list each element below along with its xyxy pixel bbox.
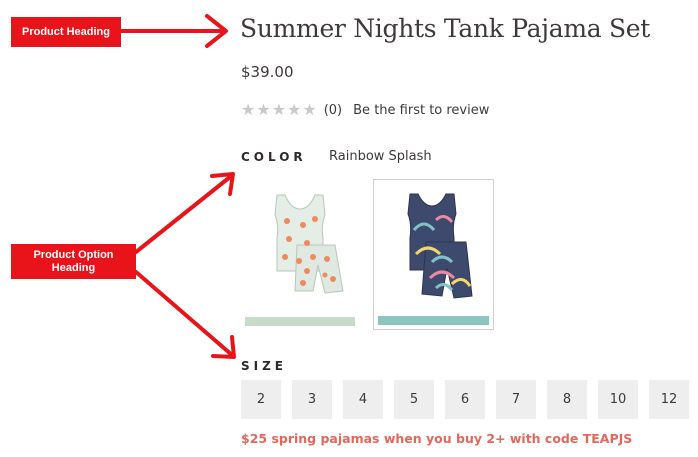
- star-empty-icon: ★: [302, 100, 317, 119]
- star-empty-icon: ★: [287, 100, 302, 119]
- color-swatch-rainbow-splash[interactable]: [373, 179, 494, 330]
- annotation-product-option-heading-text: Product Option Heading: [33, 248, 114, 274]
- annotation-product-option-heading: Product Option Heading: [11, 244, 136, 279]
- color-swatch-orange[interactable]: [241, 179, 359, 330]
- color-option-heading: COLOR: [241, 150, 307, 164]
- product-price: $39.00: [241, 63, 294, 81]
- size-button-6[interactable]: 6: [445, 380, 485, 419]
- arrow-to-color: [134, 172, 235, 254]
- star-empty-icon: ★: [271, 100, 287, 119]
- size-button-8[interactable]: 8: [547, 380, 587, 419]
- size-option-heading: SIZE: [241, 359, 288, 373]
- star-empty-icon: ★: [256, 100, 271, 119]
- size-options: 2 3 4 5 6 7 8 10 12: [241, 380, 689, 419]
- write-review-link[interactable]: Be the first to review: [353, 103, 489, 118]
- pajama-rainbow-image: [407, 193, 473, 299]
- arrow-to-title: [119, 14, 228, 48]
- pajama-orange-image: [274, 194, 344, 294]
- rating-stars: ★ ★ ★ ★ ★: [241, 102, 317, 118]
- review-count: (0): [323, 102, 343, 118]
- arrow-to-size: [134, 270, 236, 359]
- annotation-product-heading-text: Product Heading: [21, 25, 110, 38]
- size-button-10[interactable]: 10: [598, 380, 638, 419]
- promo-message: $25 spring pajamas when you buy 2+ with …: [241, 431, 633, 446]
- selected-color-value: Rainbow Splash: [329, 149, 432, 164]
- product-title: Summer Nights Tank Pajama Set: [240, 14, 651, 43]
- size-button-7[interactable]: 7: [496, 380, 536, 419]
- size-button-12[interactable]: 12: [649, 380, 689, 419]
- product-rating: ★ ★ ★ ★ ★ (0) Be the first to review: [241, 101, 489, 119]
- star-empty-icon: ★: [241, 100, 256, 119]
- size-button-3[interactable]: 3: [292, 380, 332, 419]
- size-button-2[interactable]: 2: [241, 380, 281, 419]
- size-button-5[interactable]: 5: [394, 380, 434, 419]
- swatch-color-bar: [245, 317, 355, 326]
- annotation-product-heading: Product Heading: [11, 17, 121, 47]
- size-button-4[interactable]: 4: [343, 380, 383, 419]
- swatch-color-bar: [378, 316, 489, 325]
